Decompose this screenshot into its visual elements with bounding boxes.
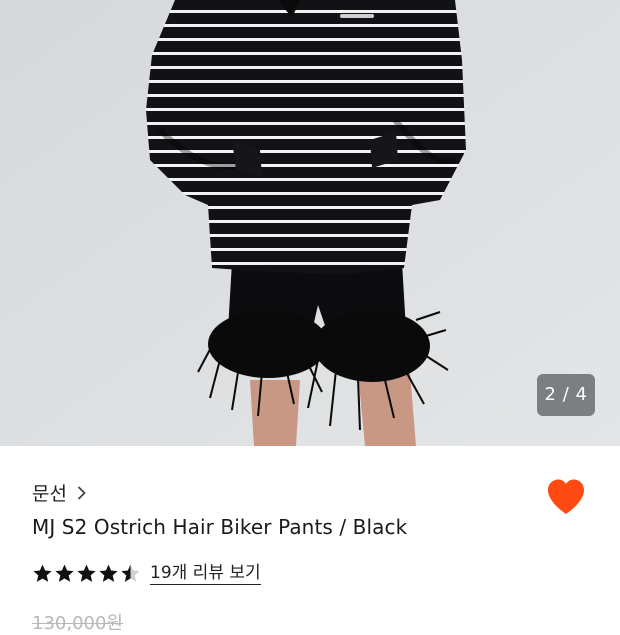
brand-link[interactable]: 문선 bbox=[32, 477, 87, 507]
brand-name: 문선 bbox=[32, 482, 67, 505]
product-image[interactable]: 2 / 4 bbox=[0, 0, 620, 446]
star-icon bbox=[33, 564, 52, 582]
heart-icon bbox=[548, 479, 584, 514]
star-icon bbox=[55, 564, 74, 582]
product-title: MJ S2 Ostrich Hair Biker Pants / Black bbox=[32, 515, 408, 539]
product-photo bbox=[0, 0, 620, 446]
original-price: 130,000원 bbox=[32, 613, 123, 634]
rating-row: 19개 리뷰 보기 bbox=[32, 559, 261, 587]
review-link[interactable]: 19개 리뷰 보기 bbox=[150, 562, 261, 585]
star-icon bbox=[77, 564, 96, 582]
chevron-right-icon bbox=[77, 485, 87, 500]
image-page-counter: 2 / 4 bbox=[537, 374, 595, 416]
star-half-icon bbox=[121, 564, 140, 582]
wishlist-button[interactable] bbox=[544, 476, 588, 518]
star-icon bbox=[99, 564, 118, 582]
star-rating bbox=[32, 563, 142, 584]
